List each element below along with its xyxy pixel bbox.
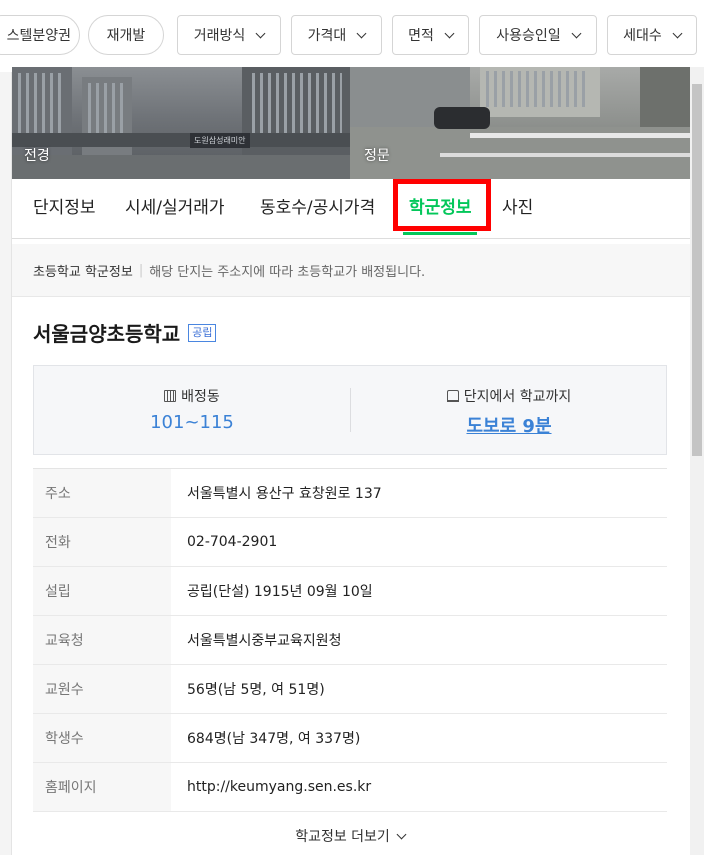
filter-chip-redevelopment[interactable]: 재개발 bbox=[88, 15, 164, 55]
photo-label-view: 전경 bbox=[24, 148, 50, 164]
table-row: 학생수 684명(남 347명, 여 337명) bbox=[33, 714, 667, 763]
school-name: 서울금양초등학교 bbox=[33, 322, 181, 346]
more-label: 학교정보 더보기 bbox=[295, 829, 390, 845]
row-value: 공립(단설) 1915년 09월 10일 bbox=[187, 584, 373, 600]
complex-view-photo[interactable]: 도원삼성래미안 전경 bbox=[12, 67, 350, 179]
table-row: 홈페이지 http://keumyang.sen.es.kr bbox=[33, 763, 667, 812]
chevron-down-icon bbox=[571, 28, 582, 38]
distance-label: 단지에서 학교까지 bbox=[463, 389, 572, 405]
detail-tabs: 단지정보 시세/실거래가 동호수/공시가격 학군정보 사진 bbox=[12, 179, 690, 239]
chevron-down-icon bbox=[396, 829, 407, 839]
filter-area[interactable]: 면적 bbox=[392, 15, 469, 55]
notice-title: 초등학교 학군정보 bbox=[33, 264, 133, 280]
school-district-notice: 초등학교 학군정보 | 해당 단지는 주소지에 따라 초등학교가 배정됩니다. bbox=[12, 244, 690, 297]
complex-sign: 도원삼성래미안 bbox=[190, 133, 250, 148]
chevron-down-icon bbox=[444, 28, 455, 38]
tab-complex-info[interactable]: 단지정보 bbox=[33, 193, 96, 218]
filter-price-range[interactable]: 가격대 bbox=[291, 15, 382, 55]
notice-description: 해당 단지는 주소지에 따라 초등학교가 배정됩니다. bbox=[149, 264, 426, 280]
walking-route-link[interactable]: 도보로 9분 bbox=[351, 412, 667, 438]
row-value: 56명(남 5명, 여 51명) bbox=[187, 682, 325, 698]
main-gate-photo[interactable]: 정문 bbox=[350, 67, 690, 179]
school-more-button[interactable]: 학교정보 더보기 bbox=[33, 826, 667, 846]
row-value: 684명(남 347명, 여 337명) bbox=[187, 731, 361, 747]
scrollbar-thumb[interactable] bbox=[692, 84, 702, 456]
assigned-label: 배정동 bbox=[181, 389, 220, 405]
walking-distance: 단지에서 학교까지 도보로 9분 bbox=[351, 366, 667, 454]
school-icon bbox=[446, 390, 459, 402]
active-tab-indicator bbox=[403, 232, 477, 235]
filter-chip-label: 재개발 bbox=[106, 28, 146, 44]
table-row: 교육청 서울특별시중부교육지원청 bbox=[33, 616, 667, 665]
chevron-down-icon bbox=[672, 28, 683, 38]
school-details-table: 주소 서울특별시 용산구 효창원로 137 전화 02-704-2901 설립 … bbox=[33, 468, 667, 812]
tab-unit-price[interactable]: 동호수/공시가격 bbox=[260, 193, 375, 218]
row-key: 주소 bbox=[33, 469, 171, 517]
highlight-box bbox=[393, 179, 491, 231]
filter-households[interactable]: 세대수 bbox=[607, 15, 697, 55]
building-icon bbox=[164, 390, 177, 402]
row-key: 교원수 bbox=[33, 665, 171, 713]
table-row: 전화 02-704-2901 bbox=[33, 518, 667, 567]
map-edge-strip bbox=[0, 72, 12, 855]
row-key: 홈페이지 bbox=[33, 763, 171, 811]
table-row: 주소 서울특별시 용산구 효창원로 137 bbox=[33, 469, 667, 518]
homepage-link[interactable]: http://keumyang.sen.es.kr bbox=[171, 779, 371, 795]
notice-separator: | bbox=[138, 262, 144, 278]
row-key: 학생수 bbox=[33, 714, 171, 762]
school-type-badge: 공립 bbox=[188, 323, 217, 342]
chevron-down-icon bbox=[356, 28, 367, 38]
filter-approval-date[interactable]: 사용승인일 bbox=[479, 15, 597, 55]
filter-chip-officetel-presale[interactable]: 스텔분양권 bbox=[0, 15, 80, 55]
table-row: 교원수 56명(남 5명, 여 51명) bbox=[33, 665, 667, 714]
filter-chip-label: 세대수 bbox=[623, 28, 662, 44]
row-value: 서울특별시 용산구 효창원로 137 bbox=[187, 486, 382, 502]
chevron-down-icon bbox=[255, 28, 266, 38]
filter-chip-label: 가격대 bbox=[307, 28, 347, 44]
filter-chip-label: 면적 bbox=[408, 28, 434, 44]
row-value: 02-704-2901 bbox=[187, 534, 278, 550]
assigned-buildings: 배정동 101~115 bbox=[34, 366, 350, 454]
filter-deal-type[interactable]: 거래방식 bbox=[177, 15, 281, 55]
school-summary-box: 배정동 101~115 단지에서 학교까지 도보로 9분 bbox=[33, 365, 667, 455]
tab-photos[interactable]: 사진 bbox=[502, 193, 533, 218]
tab-market-price[interactable]: 시세/실거래가 bbox=[125, 193, 225, 218]
filter-chip-label: 사용승인일 bbox=[496, 28, 561, 44]
row-value: 서울특별시중부교육지원청 bbox=[187, 633, 342, 649]
row-key: 설립 bbox=[33, 567, 171, 615]
school-header: 서울금양초등학교 공립 bbox=[33, 318, 217, 347]
photo-label-gate: 정문 bbox=[364, 148, 390, 164]
filter-chip-label: 스텔분양권 bbox=[6, 28, 71, 44]
filter-chip-label: 거래방식 bbox=[193, 28, 246, 44]
row-key: 교육청 bbox=[33, 616, 171, 664]
filter-bar: 스텔분양권 재개발 거래방식 가격대 면적 사용승인일 세대수 bbox=[0, 0, 704, 72]
assigned-value: 101~115 bbox=[150, 412, 234, 433]
row-key: 전화 bbox=[33, 518, 171, 566]
table-row: 설립 공립(단설) 1915년 09월 10일 bbox=[33, 567, 667, 616]
